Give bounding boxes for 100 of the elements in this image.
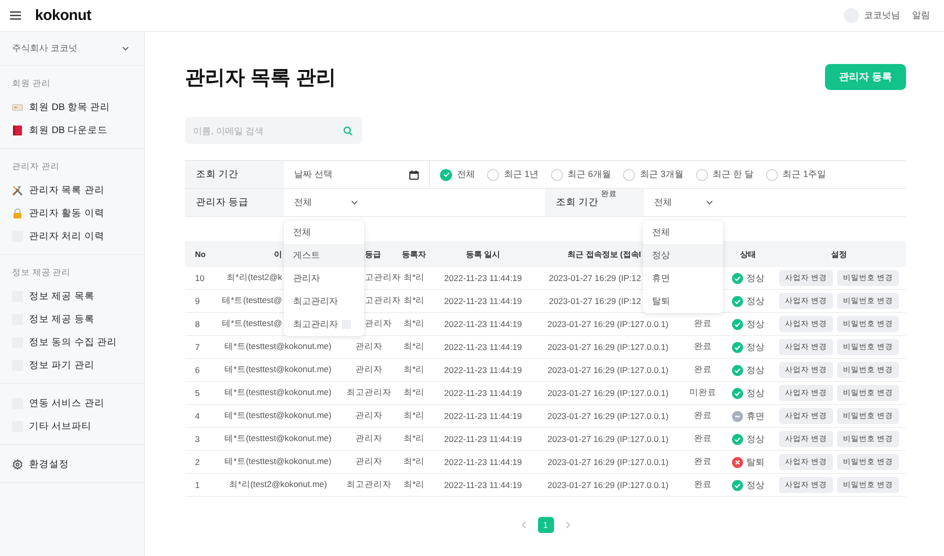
check-icon (732, 480, 742, 490)
section-title: 관리자 관리 (11, 160, 60, 173)
sidebar-item[interactable]: 정보 제공 등록 (0, 308, 144, 331)
status-label: 휴면 (732, 410, 764, 422)
dropdown-option[interactable]: 최고관리자 (284, 313, 364, 336)
registrar-cell: 최*리 (403, 295, 425, 307)
sidebar-item[interactable]: 회원 DB 항목 관리 (0, 96, 144, 119)
status-select[interactable]: 전체 (644, 189, 724, 216)
completion-cell: 완료 (694, 410, 712, 422)
dropdown-option[interactable]: 휴면 (643, 267, 723, 290)
grade-cell: 최고관리자 (346, 387, 392, 399)
sidebar-item[interactable]: 관리자 활동 이력 (0, 202, 144, 225)
radio-icon[interactable] (623, 168, 636, 180)
sidebar-item[interactable]: 연동 서비스 관리 (0, 392, 144, 415)
sidebar-item[interactable]: 정보 파기 관리 (0, 354, 144, 377)
name-cell: 테*트(testtest@ (222, 295, 282, 307)
card-icon (12, 102, 23, 113)
period-radio[interactable]: 최근 6개월 (550, 168, 612, 181)
date-cell: 2022-11-23 11:44:19 (444, 365, 522, 375)
sidebar-item[interactable]: 정보 동의 수집 관리 (0, 331, 144, 354)
sidebar-item[interactable]: 환경설정 (0, 453, 144, 476)
dropdown-option[interactable]: 전체 (284, 221, 364, 244)
check-icon (732, 342, 742, 352)
dropdown-option[interactable]: 탈퇴 (643, 290, 723, 313)
period-radio[interactable]: 최근 1주일 (766, 168, 826, 181)
notifications-link[interactable]: 알림 (912, 9, 930, 22)
chevron-down-icon (705, 198, 714, 207)
dropdown-option[interactable]: 전체 (643, 221, 723, 244)
name-cell: 최*리(test2@k (226, 272, 282, 284)
completion-cell: 미완료 (690, 387, 716, 399)
search-field[interactable]: 이름, 이메일 검색 (185, 117, 362, 144)
registrar-cell: 최*리 (403, 341, 425, 353)
next-icon[interactable] (564, 521, 572, 529)
period-radio[interactable]: 최근 3개월 (623, 168, 684, 181)
name-cell: 테*트(testtest@kokonut.me) (224, 433, 332, 445)
registrar-cell: 최*리 (403, 456, 425, 468)
no-cell: 10 (195, 273, 204, 283)
previous-icon[interactable] (520, 521, 528, 529)
chevron-down-icon (350, 198, 359, 207)
name-cell: 테*트(testtest@kokonut.me) (224, 364, 332, 376)
dropdown-option[interactable]: 게스트 (284, 244, 364, 267)
date-field[interactable]: 날짜 선택 (284, 161, 430, 188)
date-cell: 2022-11-23 11:44:19 (444, 480, 522, 490)
access-cell: 2023-01-27 16:29 (IP:12 (548, 296, 641, 306)
access-cell: 2023-01-27 16:29 (IP:127.0.0.1) (548, 342, 668, 352)
section-title: 정보 제공 관리 (11, 266, 72, 279)
name-cell: 테*트(testtest@kokonut.me) (224, 456, 332, 468)
date-cell: 2022-11-23 11:44:19 (444, 388, 522, 398)
name-cell: 최*리(test2@kokonut.me) (229, 479, 327, 491)
no-cell: 7 (195, 342, 200, 352)
sidebar-item[interactable]: 관리자 처리 이력 (0, 225, 144, 248)
settings-icon (12, 459, 23, 470)
registrar-cell: 최*리 (403, 433, 425, 445)
sidebar-item[interactable]: 관리자 목록 관리 (0, 179, 144, 202)
radio-icon[interactable] (487, 168, 499, 180)
registrar-cell: 최*리 (403, 387, 425, 399)
date-cell: 2022-11-23 11:44:19 (444, 342, 522, 352)
logo[interactable]: kokonut (35, 7, 92, 24)
radio-icon[interactable] (440, 168, 452, 180)
completion-cell: 완료 (694, 433, 712, 445)
period-radio[interactable]: 전체 (440, 168, 475, 181)
period-radio[interactable]: 최근 1년 (487, 168, 539, 181)
sidebar-item[interactable]: 정보 제공 목록 (0, 285, 144, 308)
sidebar-item[interactable]: 기타 서브파티 (0, 415, 144, 438)
grade-select[interactable]: 전체 (284, 189, 545, 216)
grade-cell: 관리자 (356, 364, 382, 376)
no-cell: 9 (195, 296, 200, 306)
no-cell: 4 (195, 411, 200, 421)
registrar-cell: 최*리 (403, 479, 425, 491)
company-select[interactable]: 주식회사 코코넛 (0, 32, 144, 66)
registrar-cell: 최*리 (403, 364, 425, 376)
access-cell: 2023-01-27 16:29 (IP:127.0.0.1) (548, 480, 668, 490)
search-icon[interactable] (343, 126, 353, 136)
user-name[interactable]: 코코넛님 (864, 9, 900, 22)
grade-cell: 관리자 (356, 456, 382, 468)
filter-label: 조회 기간 (185, 161, 284, 188)
dropdown-option[interactable]: 정상 (643, 244, 723, 267)
menu-icon[interactable] (10, 11, 21, 20)
completion-cell: 완료 (694, 456, 712, 468)
calendar-icon[interactable] (409, 170, 419, 180)
status-label: 정상 (732, 364, 764, 376)
access-cell: 2023-01-27 16:29 (IP:127.0.0.1) (548, 434, 668, 444)
date-cell: 2022-11-23 11:44:19 (444, 457, 522, 467)
access-cell: 2023-01-27 16:29 (IP:12 (548, 273, 641, 283)
status-label: 정상 (732, 294, 764, 308)
grade-cell: 관리자 (356, 410, 382, 422)
completion-cell: 완료 (694, 479, 712, 491)
period-radio[interactable]: 최근 한 달 (696, 168, 754, 181)
radio-icon[interactable] (696, 168, 708, 180)
dropdown-option[interactable]: 최고관리자 (284, 290, 364, 313)
dropdown-option[interactable]: 관리자 (284, 267, 364, 290)
check-icon (732, 364, 742, 376)
check-icon (732, 388, 742, 398)
column-header: 최근 접속정보 (접속I (568, 248, 641, 260)
radio-icon[interactable] (766, 168, 778, 180)
check-icon (732, 434, 742, 444)
no-cell: 2 (195, 457, 200, 467)
no-cell: 8 (195, 319, 200, 329)
radio-icon[interactable] (550, 168, 563, 180)
sidebar-item[interactable]: 회원 DB 다운로드 (0, 119, 144, 142)
